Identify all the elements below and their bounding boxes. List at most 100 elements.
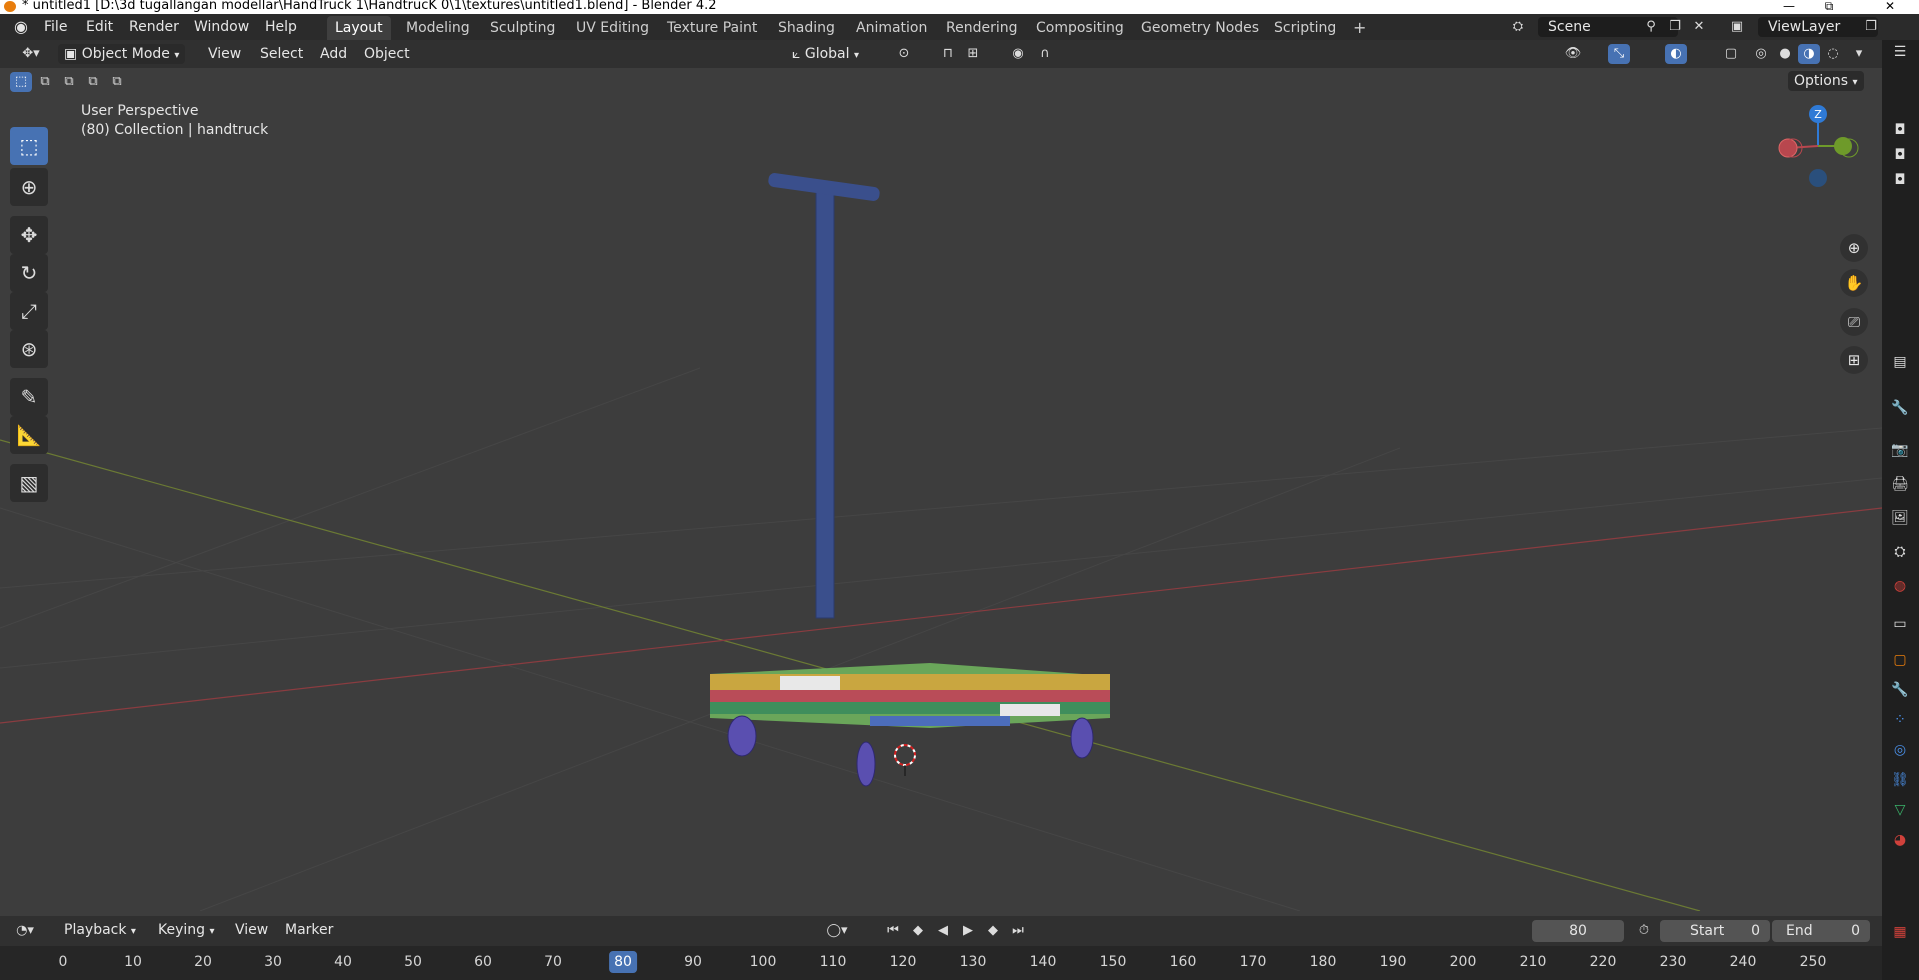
select-invert-icon[interactable]: ⧉ xyxy=(82,72,104,92)
select-new-icon[interactable]: ⬚ xyxy=(10,72,32,92)
timeline-ruler[interactable]: 0 10 20 30 40 50 60 70 80 90 100 110 120… xyxy=(0,946,1882,980)
move-tool-icon[interactable]: ✥ xyxy=(10,216,48,254)
texture-properties-icon[interactable]: ▦ xyxy=(1890,922,1910,942)
view-layer-selector-icon[interactable]: ▣ xyxy=(1726,17,1748,37)
timeline-menu-marker[interactable]: Marker xyxy=(279,920,339,940)
delete-scene-icon[interactable]: ✕ xyxy=(1688,17,1710,37)
transform-tool-icon[interactable]: ⊛ xyxy=(10,330,48,368)
menu-edit[interactable]: Edit xyxy=(80,14,119,40)
camera-small-icon[interactable]: ◘ xyxy=(1890,120,1910,140)
tab-modeling[interactable]: Modeling xyxy=(398,16,478,40)
overlays-icon[interactable]: ◐ xyxy=(1665,44,1687,64)
jump-prev-keyframe-icon[interactable]: ◆ xyxy=(907,921,929,941)
close-button[interactable]: ✕ xyxy=(1870,0,1910,14)
tab-compositing[interactable]: Compositing xyxy=(1028,16,1132,40)
collection-properties-icon[interactable]: ▭ xyxy=(1890,614,1910,634)
keying-dropdown[interactable]: Keying ▾ xyxy=(152,920,221,940)
scale-tool-icon[interactable]: ⤢ xyxy=(10,292,48,330)
camera-view-icon[interactable]: ⎚ xyxy=(1840,308,1868,336)
zoom-icon[interactable]: ⊕ xyxy=(1840,234,1868,262)
end-frame-field[interactable]: End 0 xyxy=(1772,920,1870,942)
play-icon[interactable]: ▶ xyxy=(957,921,979,941)
pivot-point-icon[interactable]: ⊙ xyxy=(893,44,915,64)
snap-target-icon[interactable]: ⊞ xyxy=(962,44,984,64)
3d-cursor-icon[interactable] xyxy=(894,744,916,776)
scene-properties-icon[interactable]: ⛭ xyxy=(1890,542,1910,562)
3d-viewport[interactable]: ⬚ ⧉ ⧉ ⧉ ⧉ ⬚ ⊕ ✥ ↻ ⤢ ⊛ ✎ 📐 ▧ User Perspec… xyxy=(0,68,1882,911)
cursor-tool-icon[interactable]: ⊕ xyxy=(10,168,48,206)
render-properties-icon[interactable]: 📷 xyxy=(1890,440,1910,460)
add-workspace-button[interactable]: + xyxy=(1345,16,1374,40)
camera-small-icon-3[interactable]: ◘ xyxy=(1890,170,1910,190)
solid-shading-icon[interactable]: ● xyxy=(1774,44,1796,64)
material-preview-icon[interactable]: ◑ xyxy=(1798,44,1820,64)
current-frame-field[interactable]: 80 xyxy=(1532,920,1624,942)
select-extend-icon[interactable]: ⧉ xyxy=(34,72,56,92)
tab-shading[interactable]: Shading xyxy=(770,16,843,40)
mode-dropdown[interactable]: ▣ Object Mode ▾ xyxy=(58,44,186,64)
options-dropdown[interactable]: Options ▾ xyxy=(1788,71,1864,91)
wireframe-shading-icon[interactable]: ◎ xyxy=(1750,44,1772,64)
camera-small-icon-2[interactable]: ◘ xyxy=(1890,145,1910,165)
preview-range-icon[interactable]: ⏱ xyxy=(1633,921,1655,941)
playback-dropdown[interactable]: Playback ▾ xyxy=(58,920,142,940)
minimize-button[interactable]: — xyxy=(1769,0,1809,14)
jump-next-keyframe-icon[interactable]: ◆ xyxy=(982,921,1004,941)
jump-end-icon[interactable]: ⏭ xyxy=(1007,921,1029,941)
material-properties-icon[interactable]: ◕ xyxy=(1890,830,1910,850)
tab-sculpting[interactable]: Sculpting xyxy=(482,16,563,40)
world-properties-icon[interactable]: ◍ xyxy=(1890,576,1910,596)
navigation-gizmo[interactable]: Z xyxy=(1773,104,1863,204)
tab-texture-paint[interactable]: Texture Paint xyxy=(659,16,765,40)
pan-hand-icon[interactable]: ✋ xyxy=(1840,269,1868,297)
pin-icon[interactable]: ⚲ xyxy=(1640,17,1662,37)
snap-icon[interactable]: ⊓ xyxy=(937,44,959,64)
rotate-tool-icon[interactable]: ↻ xyxy=(10,254,48,292)
handtruck-model[interactable] xyxy=(710,172,1110,787)
visibility-icon[interactable]: 👁 xyxy=(1562,44,1584,64)
output-properties-icon[interactable]: 🖨 xyxy=(1890,474,1910,494)
tab-scripting[interactable]: Scripting xyxy=(1266,16,1344,40)
outliner-icon[interactable]: ☰ xyxy=(1890,42,1910,62)
menu-file[interactable]: File xyxy=(38,14,73,40)
scene-selector-icon[interactable]: ⛭ xyxy=(1507,17,1529,37)
physics-properties-icon[interactable]: ◎ xyxy=(1890,740,1910,760)
editor-type-icon[interactable]: ✥▾ xyxy=(20,44,42,64)
select-intersect-icon[interactable]: ⧉ xyxy=(106,72,128,92)
proportional-edit-icon[interactable]: ◉ xyxy=(1007,44,1029,64)
object-properties-icon[interactable]: ▢ xyxy=(1890,650,1910,670)
tab-layout[interactable]: Layout xyxy=(327,16,391,40)
maximize-button[interactable]: ⧉ xyxy=(1809,0,1849,14)
select-subtract-icon[interactable]: ⧉ xyxy=(58,72,80,92)
constraints-properties-icon[interactable]: ⛓ xyxy=(1890,770,1910,790)
play-reverse-icon[interactable]: ◀ xyxy=(932,921,954,941)
start-frame-field[interactable]: Start 0 xyxy=(1660,920,1770,942)
properties-editor-icon[interactable]: ▤ xyxy=(1890,352,1910,372)
menu-view[interactable]: View xyxy=(202,44,247,64)
tab-uv-editing[interactable]: UV Editing xyxy=(568,16,657,40)
menu-add[interactable]: Add xyxy=(314,44,353,64)
tab-animation[interactable]: Animation xyxy=(848,16,935,40)
view-layer-properties-icon[interactable]: 🖼 xyxy=(1890,508,1910,528)
annotate-tool-icon[interactable]: ✎ xyxy=(10,378,48,416)
tool-properties-icon[interactable]: 🔧 xyxy=(1890,398,1910,418)
jump-start-icon[interactable]: ⏮ xyxy=(882,921,904,941)
menu-select[interactable]: Select xyxy=(254,44,309,64)
new-scene-icon[interactable]: ❐ xyxy=(1664,17,1686,37)
modifier-properties-icon[interactable]: 🔧 xyxy=(1890,680,1910,700)
particles-properties-icon[interactable]: ⁘ xyxy=(1890,710,1910,730)
menu-render[interactable]: Render xyxy=(123,14,185,40)
auto-keying-icon[interactable]: ◯▾ xyxy=(826,921,848,941)
menu-help[interactable]: Help xyxy=(259,14,303,40)
shading-options-icon[interactable]: ▾ xyxy=(1848,44,1870,64)
tab-geometry-nodes[interactable]: Geometry Nodes xyxy=(1133,16,1267,40)
transform-orientation-dropdown[interactable]: ⟀ Global ▾ xyxy=(786,44,865,64)
xray-icon[interactable]: ▢ xyxy=(1720,44,1742,64)
menu-window[interactable]: Window xyxy=(188,14,255,40)
gizmo-icon[interactable]: ⤡ xyxy=(1608,44,1630,64)
timeline-menu-view[interactable]: View xyxy=(229,920,274,940)
tab-rendering[interactable]: Rendering xyxy=(938,16,1026,40)
measure-tool-icon[interactable]: 📐 xyxy=(10,416,48,454)
falloff-icon[interactable]: ∩ xyxy=(1034,44,1056,64)
add-cube-tool-icon[interactable]: ▧ xyxy=(10,464,48,502)
